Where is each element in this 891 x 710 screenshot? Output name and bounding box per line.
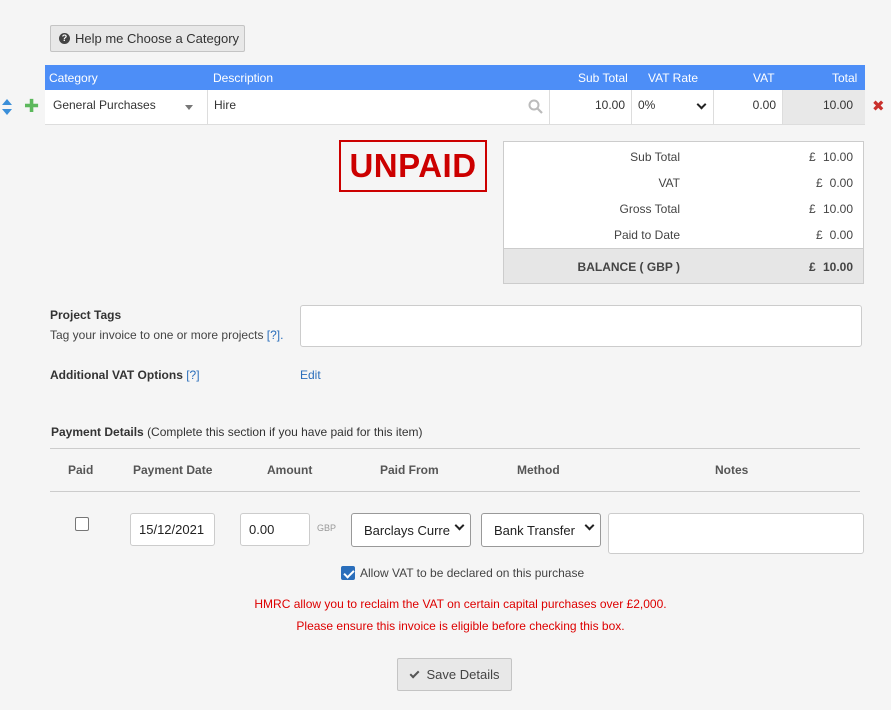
totals-value: 0.00	[829, 228, 853, 242]
project-tags-hint-line: Tag your invoice to one or more projects…	[50, 328, 283, 342]
vat-input[interactable]: 0.00	[714, 90, 783, 124]
balance-label: BALANCE ( GBP )	[577, 260, 680, 274]
payment-date-input[interactable]: 15/12/2021	[130, 513, 215, 546]
totals-balance-row: BALANCE ( GBP ) £ 10.00	[504, 248, 863, 283]
project-tags-hint: Tag your invoice to one or more projects	[50, 328, 264, 342]
reorder-icon[interactable]	[2, 99, 12, 115]
col-amount: Amount	[267, 463, 313, 477]
divider	[50, 491, 860, 492]
paid-checkbox[interactable]	[75, 517, 89, 531]
notes-input[interactable]	[608, 513, 864, 554]
currency-symbol: £	[809, 202, 816, 216]
allow-vat-checkbox[interactable]	[341, 566, 355, 580]
vat-options-line: Additional VAT Options [?]	[50, 368, 200, 382]
paid-from-value: Barclays Curre	[364, 522, 450, 538]
totals-row-vat: VAT £ 0.00	[504, 169, 863, 195]
totals-value: 10.00	[822, 202, 853, 216]
description-input[interactable]: Hire	[208, 90, 550, 124]
total-value: 10.00	[822, 98, 853, 112]
vat-value: 0.00	[752, 98, 776, 112]
project-tags-input[interactable]	[300, 305, 862, 347]
divider	[50, 448, 860, 449]
project-tags-help-link[interactable]: [?].	[267, 328, 284, 342]
project-tags-title: Project Tags	[50, 308, 122, 322]
header-category: Category	[49, 71, 98, 85]
vat-warning-line-1: HMRC allow you to reclaim the VAT on cer…	[254, 597, 667, 611]
balance-value: 10.00	[822, 260, 853, 274]
payment-details-subtitle: (Complete this section if you have paid …	[147, 425, 423, 439]
vat-warning-line-2: Please ensure this invoice is eligible b…	[296, 619, 625, 633]
totals-label: Sub Total	[630, 150, 680, 164]
totals-value: 10.00	[822, 150, 853, 164]
totals-value: 0.00	[829, 176, 853, 190]
totals-box: Sub Total £ 10.00 VAT £ 0.00 Gross Total…	[503, 141, 864, 284]
sub-total-input[interactable]: 10.00	[550, 90, 632, 124]
amount-input[interactable]: 0.00	[240, 513, 310, 546]
paid-from-select[interactable]: Barclays Curre	[351, 513, 471, 547]
payment-details-title: Payment Details	[51, 425, 144, 439]
payment-details-heading: Payment Details (Complete this section i…	[51, 425, 423, 439]
sub-total-value: 10.00	[594, 98, 625, 112]
vat-rate-select[interactable]: 0%	[632, 90, 714, 124]
col-paid: Paid	[68, 463, 94, 477]
line-item-row: General Purchases Hire 10.00 0% 0.00 10.…	[45, 90, 865, 125]
totals-label: Gross Total	[619, 202, 680, 216]
remove-line-icon[interactable]: ✖	[872, 99, 885, 114]
method-select[interactable]: Bank Transfer	[481, 513, 601, 547]
vat-options-edit-link[interactable]: Edit	[300, 368, 321, 382]
vat-rate-value: 0%	[638, 98, 656, 112]
total-cell: 10.00	[783, 90, 865, 124]
chevron-down-icon	[696, 99, 707, 110]
currency-label: GBP	[317, 523, 337, 533]
header-vat: VAT	[753, 71, 775, 85]
search-icon[interactable]	[528, 99, 543, 114]
check-icon	[409, 668, 419, 678]
allow-vat-label: Allow VAT to be declared on this purchas…	[360, 566, 585, 580]
question-icon: ?	[59, 33, 70, 44]
col-paid-from: Paid From	[380, 463, 439, 477]
col-payment-date: Payment Date	[133, 463, 213, 477]
chevron-down-icon	[584, 520, 595, 531]
vat-options-help-link[interactable]: [?]	[186, 368, 199, 382]
chevron-down-icon	[185, 105, 193, 110]
col-notes: Notes	[715, 463, 749, 477]
currency-symbol: £	[816, 176, 823, 190]
currency-symbol: £	[809, 260, 816, 274]
help-choose-category-label: Help me Choose a Category	[75, 31, 240, 46]
totals-label: VAT	[658, 176, 680, 190]
header-vat-rate: VAT Rate	[648, 71, 699, 85]
save-details-label: Save Details	[426, 667, 500, 682]
totals-row-paid-to-date: Paid to Date £ 0.00	[504, 221, 863, 247]
col-method: Method	[517, 463, 560, 477]
description-value: Hire	[214, 98, 237, 112]
add-line-icon[interactable]: ✚	[24, 97, 39, 115]
header-sub-total: Sub Total	[578, 71, 628, 85]
help-choose-category-button[interactable]: ? Help me Choose a Category	[50, 25, 245, 52]
currency-symbol: £	[816, 228, 823, 242]
category-select[interactable]: General Purchases	[45, 90, 208, 124]
totals-row-gross: Gross Total £ 10.00	[504, 195, 863, 221]
header-description: Description	[213, 71, 274, 85]
currency-symbol: £	[809, 150, 816, 164]
chevron-down-icon	[454, 520, 465, 531]
header-total: Total	[832, 71, 858, 85]
totals-row-subtotal: Sub Total £ 10.00	[504, 143, 863, 169]
vat-options-title: Additional VAT Options	[50, 368, 183, 382]
status-stamp: UNPAID	[339, 140, 487, 192]
totals-label: Paid to Date	[613, 228, 680, 242]
category-value: General Purchases	[53, 98, 156, 112]
line-items-header: Category Description Sub Total VAT Rate …	[45, 65, 865, 90]
save-details-button[interactable]: Save Details	[397, 658, 512, 691]
method-value: Bank Transfer	[494, 522, 575, 538]
